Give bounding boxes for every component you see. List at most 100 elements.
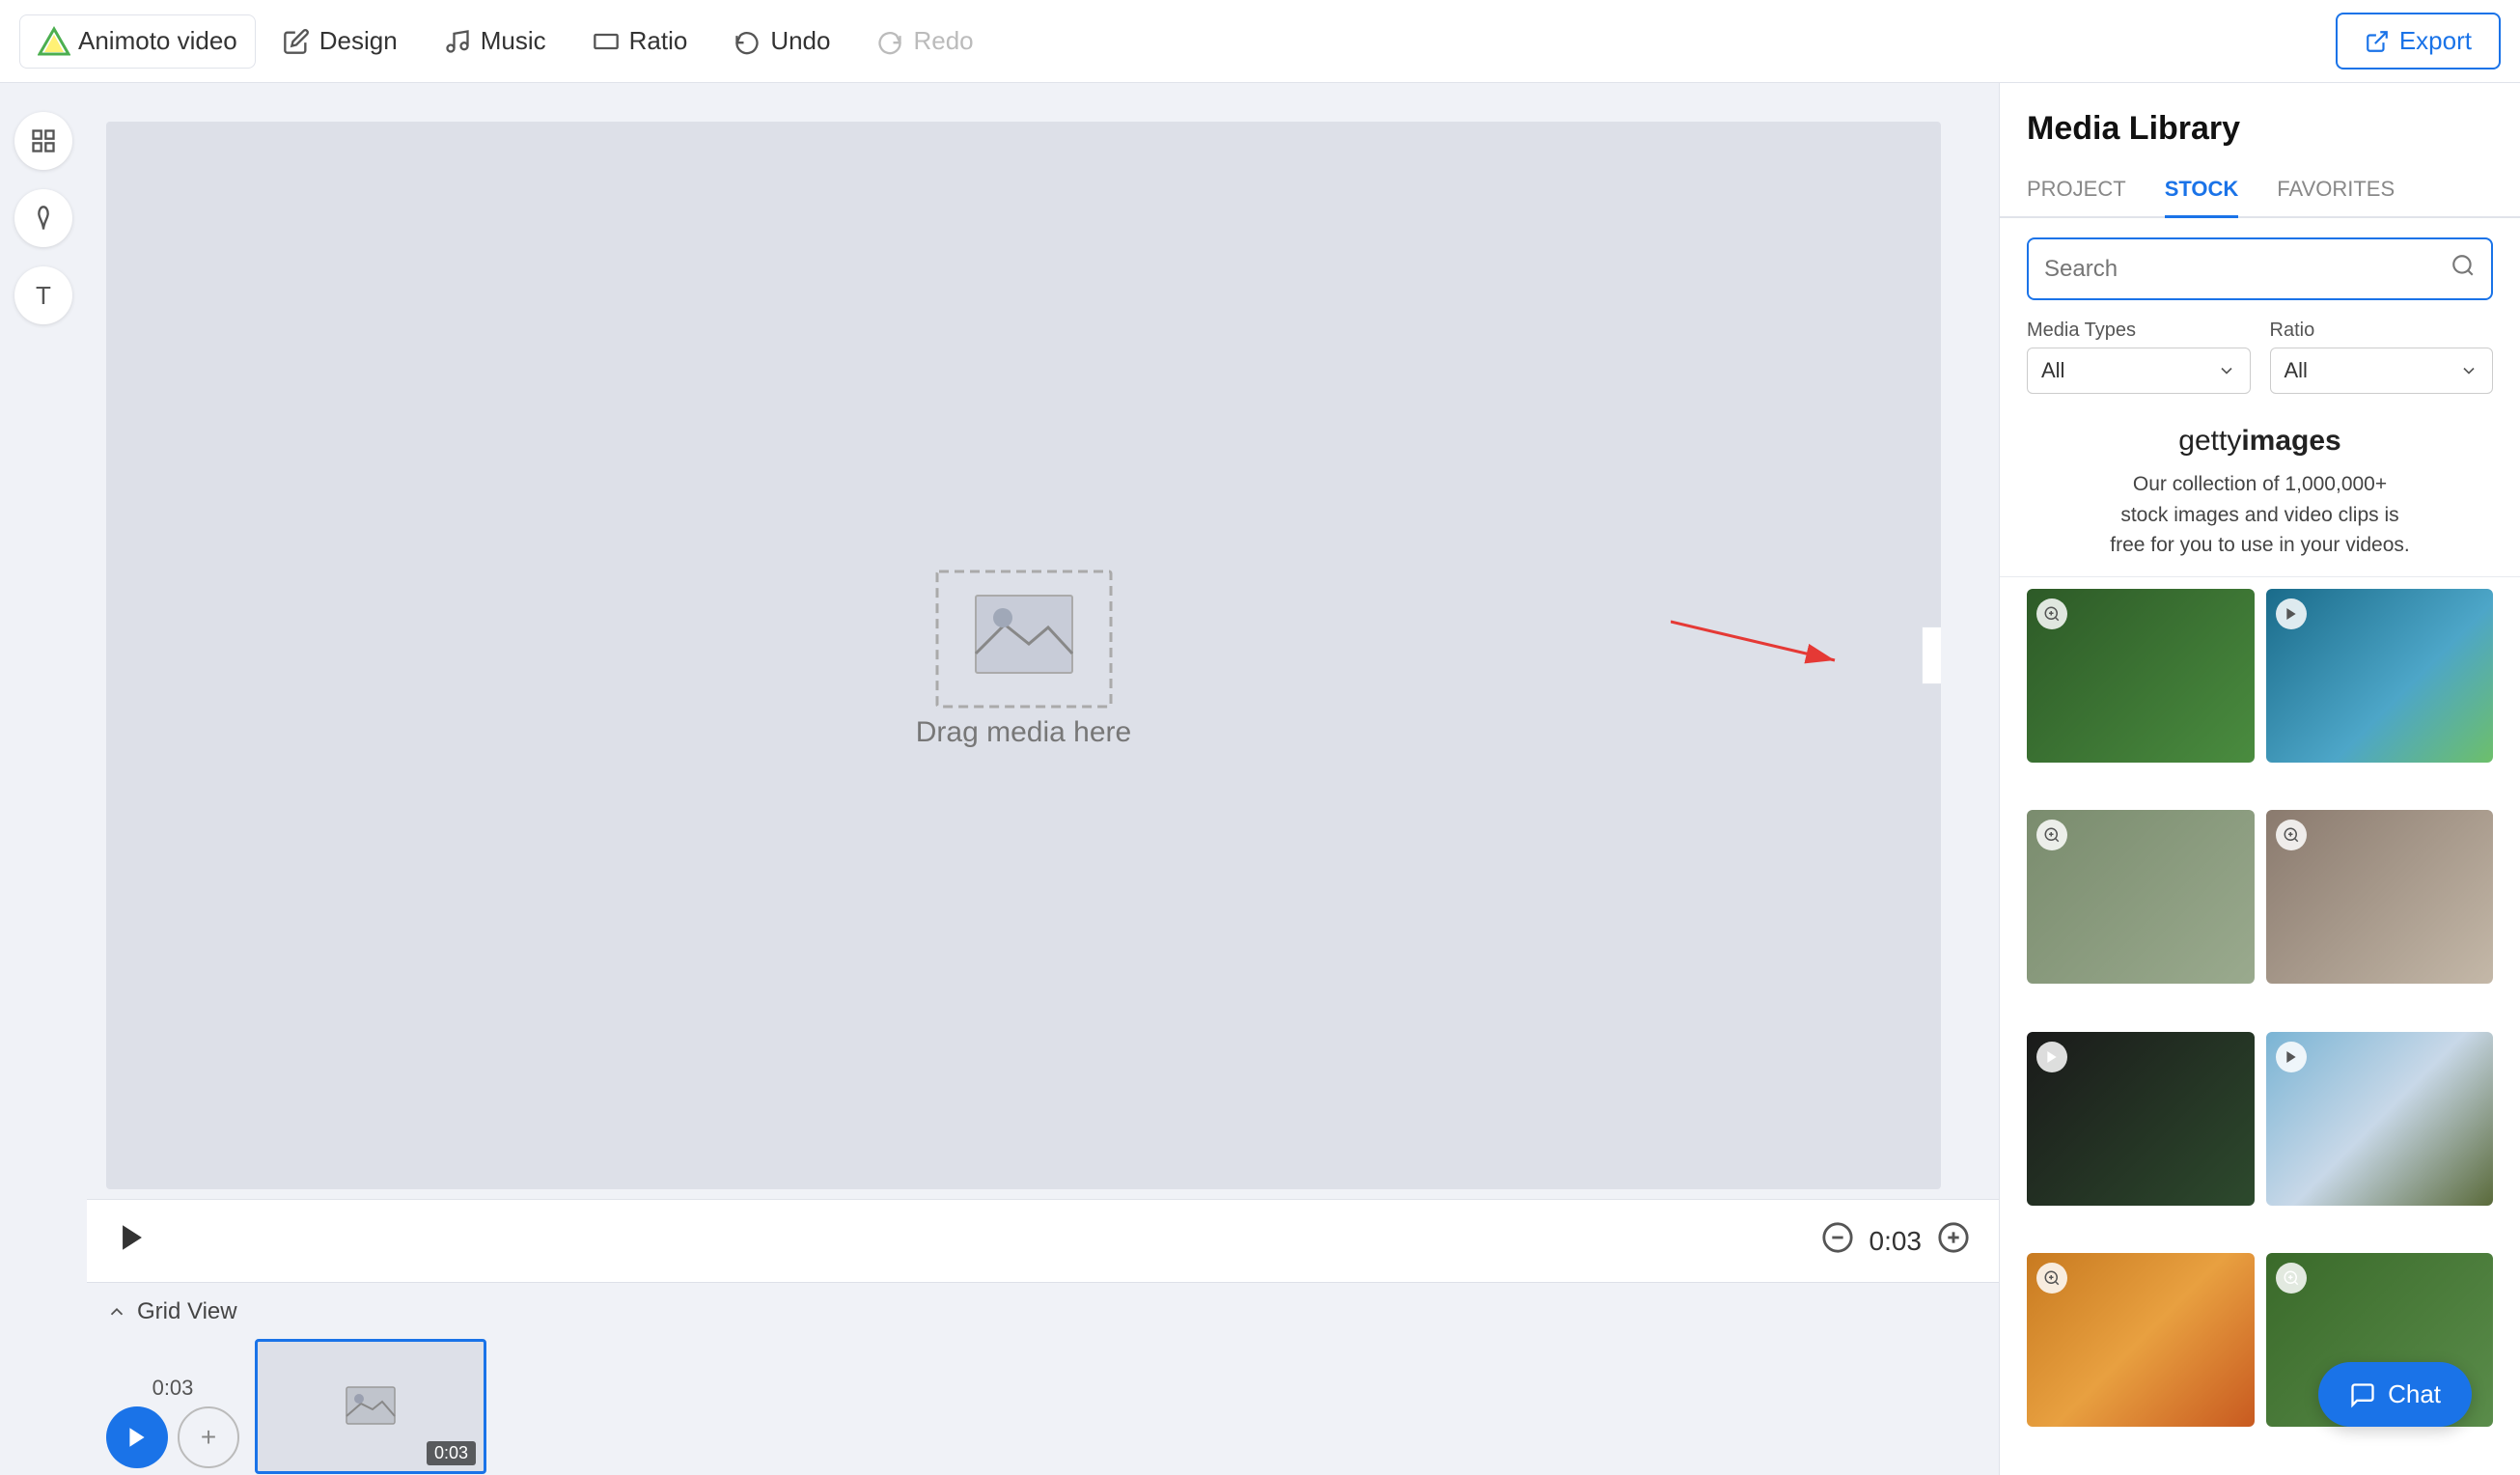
media-thumb-1[interactable] [2027, 589, 2255, 763]
ratio-select[interactable]: All [2270, 348, 2494, 394]
music-icon [444, 28, 471, 55]
ratio-label: Ratio [2270, 320, 2494, 342]
media-types-value: All [2041, 358, 2064, 383]
decrease-time-button[interactable] [1821, 1221, 1854, 1261]
ratio-icon [593, 28, 620, 55]
media-types-select[interactable]: All [2027, 348, 2251, 394]
grid-view-header[interactable]: Grid View [106, 1298, 1980, 1325]
grid-play-icon [125, 1425, 150, 1450]
text-tool-button[interactable]: T [14, 266, 72, 324]
media-thumb-5[interactable] [2027, 1032, 2255, 1206]
thumb-play-icon-2 [2276, 598, 2307, 629]
redo-button[interactable]: Redo [857, 16, 992, 66]
minus-circle-icon [1821, 1221, 1854, 1254]
media-thumb-7[interactable] [2027, 1253, 2255, 1427]
ratio-label: Ratio [629, 26, 688, 56]
design-label: Design [319, 26, 398, 56]
search-input-wrap [2027, 237, 2493, 300]
increase-time-button[interactable] [1937, 1221, 1970, 1261]
media-tabs: PROJECT STOCK FAVORITES [2000, 163, 2520, 218]
chevron-up-icon [106, 1301, 127, 1322]
thumb-zoom-icon-1 [2036, 598, 2067, 629]
media-grid [2000, 577, 2520, 1475]
plus-circle-icon [1937, 1221, 1970, 1254]
redo-label: Redo [913, 26, 973, 56]
media-library-title: Media Library [2000, 83, 2520, 148]
media-thumb-2[interactable] [2266, 589, 2494, 763]
search-input[interactable] [2029, 242, 2435, 296]
undo-icon [734, 28, 761, 55]
expand-panel-button[interactable]: › [1922, 626, 1941, 684]
undo-label: Undo [770, 26, 830, 56]
thumb-zoom-icon-3 [2036, 820, 2067, 850]
search-area [2000, 218, 2520, 312]
ratio-value: All [2285, 358, 2308, 383]
media-library-panel: Media Library PROJECT STOCK FAVORITES Me… [1999, 83, 2520, 1475]
media-thumb-3[interactable] [2027, 810, 2255, 984]
redo-icon [876, 28, 903, 55]
drag-media-text: Drag media here [916, 716, 1131, 749]
time-controls: 0:03 [1821, 1221, 1971, 1261]
thumb-zoom-icon-4 [2276, 820, 2307, 850]
ratio-filter: Ratio All [2270, 320, 2494, 394]
design-button[interactable]: Design [263, 16, 417, 66]
text-tool-label: T [36, 281, 51, 311]
playback-bar: 0:03 [87, 1199, 1999, 1282]
thumb-play-icon-5 [2036, 1042, 2067, 1072]
grid-add-button[interactable]: + [178, 1406, 239, 1468]
chevron-down-icon [2217, 361, 2236, 380]
grid-thumbnail-1[interactable]: 0:03 [255, 1339, 486, 1474]
grid-view-section: Grid View 0:03 + [87, 1282, 1999, 1475]
tool-sidebar: T [0, 83, 87, 1475]
grid-time-label: 0:03 [152, 1376, 194, 1401]
media-thumb-4[interactable] [2266, 810, 2494, 984]
tab-project[interactable]: PROJECT [2027, 163, 2126, 218]
canvas-wrapper: Drag media here › [87, 83, 1999, 1199]
time-display: 0:03 [1869, 1226, 1923, 1257]
grid-play-button[interactable] [106, 1406, 168, 1468]
main-container: T Drag media here [0, 83, 2520, 1475]
music-label: Music [481, 26, 546, 56]
play-icon [116, 1221, 149, 1254]
music-button[interactable]: Music [425, 16, 566, 66]
export-icon [2365, 29, 2390, 54]
logo-label: Animoto video [78, 26, 237, 56]
grid-view-label: Grid View [137, 1298, 237, 1325]
color-tool-button[interactable] [14, 189, 72, 247]
tab-stock[interactable]: STOCK [2165, 163, 2239, 218]
drag-media-icon [928, 562, 1121, 716]
layout-tool-button[interactable] [14, 112, 72, 170]
canvas-frame[interactable]: Drag media here › [106, 122, 1941, 1189]
chat-icon [2349, 1381, 2376, 1408]
arrow-indicator [1671, 602, 1864, 680]
play-button[interactable] [116, 1221, 149, 1261]
canvas-area: Drag media here › [87, 83, 1999, 1475]
tab-favorites[interactable]: FAVORITES [2277, 163, 2395, 218]
thumb-play-icon-6 [2276, 1042, 2307, 1072]
ratio-button[interactable]: Ratio [573, 16, 707, 66]
search-button[interactable] [2435, 239, 2491, 298]
chevron-down-icon-2 [2459, 361, 2478, 380]
thumb-media-icon [342, 1382, 400, 1431]
getty-description: Our collection of 1,000,000+stock images… [2027, 469, 2493, 561]
filter-row: Media Types All Ratio All [2000, 312, 2520, 409]
layout-icon [30, 127, 57, 154]
toolbar: Animoto video Design Music Ratio Undo Re… [0, 0, 2520, 83]
export-button[interactable]: Export [2336, 13, 2501, 70]
media-thumb-6[interactable] [2266, 1032, 2494, 1206]
pencil-icon [283, 28, 310, 55]
undo-button[interactable]: Undo [714, 16, 849, 66]
grid-items: 0:03 + [106, 1339, 1980, 1475]
getty-logo: gettyimages [2027, 425, 2493, 458]
getty-promo: gettyimages Our collection of 1,000,000+… [2000, 409, 2520, 577]
thumb-zoom-icon-8 [2276, 1263, 2307, 1294]
chat-label: Chat [2388, 1379, 2441, 1409]
thumb-time-badge: 0:03 [427, 1441, 476, 1465]
export-label: Export [2399, 26, 2472, 56]
getty-logo-bold: images [2241, 425, 2340, 457]
color-icon [30, 205, 57, 232]
thumb-zoom-icon-7 [2036, 1263, 2067, 1294]
chat-button[interactable]: Chat [2318, 1362, 2472, 1427]
media-types-filter: Media Types All [2027, 320, 2251, 394]
logo-button[interactable]: Animoto video [19, 14, 256, 69]
